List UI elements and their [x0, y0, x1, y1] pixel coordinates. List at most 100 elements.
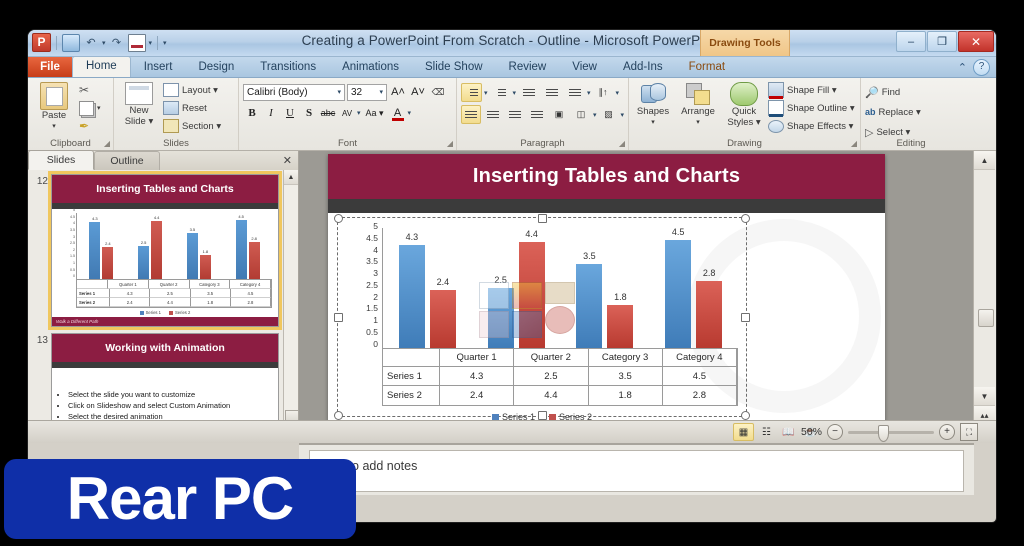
- section-button[interactable]: Section ▾: [163, 118, 221, 134]
- align-left-button[interactable]: [461, 105, 481, 124]
- reading-view-button[interactable]: 📖: [779, 424, 798, 440]
- chevron-down-icon[interactable]: ▾: [357, 109, 361, 117]
- paste-button[interactable]: Paste ▾: [32, 80, 76, 132]
- chevron-down-icon[interactable]: ▾: [408, 109, 412, 117]
- scroll-up-button[interactable]: ▲: [284, 170, 298, 185]
- copy-button[interactable]: ▾: [79, 100, 101, 116]
- bullets-dropdown-icon[interactable]: ▾: [484, 89, 488, 97]
- change-case-button[interactable]: Aa ▾: [362, 104, 388, 122]
- numbering-dropdown-icon[interactable]: ▾: [513, 89, 517, 97]
- scroll-down-button[interactable]: ▼: [974, 387, 995, 406]
- tab-add-ins[interactable]: Add-Ins: [610, 58, 676, 77]
- bar-series2[interactable]: 2.8: [696, 268, 723, 348]
- minimize-ribbon-icon[interactable]: ⌃: [958, 61, 967, 74]
- justify-button[interactable]: [527, 105, 547, 124]
- italic-button[interactable]: I: [262, 104, 280, 122]
- bold-button[interactable]: B: [243, 104, 261, 122]
- font-color-button[interactable]: A: [389, 104, 407, 122]
- shape-effects-button[interactable]: Shape Effects ▾: [768, 118, 855, 134]
- tab-outline[interactable]: Outline: [94, 151, 160, 170]
- columns-button[interactable]: ◫: [571, 105, 591, 124]
- slide-thumbnail-12[interactable]: Inserting Tables and Charts 5 4.5 4 3.5 …: [48, 171, 282, 330]
- zoom-out-button[interactable]: −: [827, 424, 843, 440]
- find-button[interactable]: 🔎 Find: [865, 84, 957, 100]
- text-shadow-button[interactable]: S: [300, 104, 318, 122]
- shapes-button[interactable]: Shapes ▾: [633, 80, 673, 128]
- font-size-select[interactable]: 32 ▾: [347, 83, 387, 101]
- align-text-button[interactable]: ▣: [549, 105, 569, 124]
- close-button[interactable]: ✕: [958, 31, 994, 52]
- convert-to-smartart-button[interactable]: ▧: [599, 105, 619, 124]
- columns-dropdown-icon[interactable]: ▾: [593, 111, 597, 119]
- new-slide-button[interactable]: New Slide ▾: [118, 80, 160, 127]
- scroll-up-button[interactable]: ▲: [974, 151, 995, 170]
- font-dialog-launcher[interactable]: ◢: [447, 139, 453, 148]
- tab-slides[interactable]: Slides: [28, 150, 94, 170]
- underline-button[interactable]: U: [281, 104, 299, 122]
- increase-indent-button[interactable]: [541, 83, 562, 102]
- zoom-slider-handle[interactable]: [878, 424, 889, 442]
- insert-table-icon[interactable]: [479, 282, 509, 338]
- tab-slide-show[interactable]: Slide Show: [412, 58, 496, 77]
- tab-review[interactable]: Review: [496, 58, 560, 77]
- slide-sorter-button[interactable]: ☷: [757, 424, 776, 440]
- numbering-button[interactable]: [490, 83, 511, 102]
- layout-button[interactable]: Layout ▾: [163, 82, 221, 98]
- scroll-thumb[interactable]: [978, 309, 994, 327]
- arrange-button[interactable]: Arrange ▾: [676, 80, 720, 128]
- format-painter-button[interactable]: ✒: [79, 118, 101, 134]
- font-family-select[interactable]: Calibri (Body) ▾: [243, 83, 345, 101]
- minimize-button[interactable]: –: [896, 31, 926, 52]
- text-direction-dropdown-icon[interactable]: ▾: [616, 89, 620, 97]
- reset-button[interactable]: Reset: [163, 100, 221, 116]
- text-direction-button[interactable]: ∥↑: [593, 83, 614, 102]
- help-icon[interactable]: ?: [973, 59, 990, 76]
- tab-design[interactable]: Design: [185, 58, 247, 77]
- slide-scrollbar[interactable]: ▲ ▼ ▴▴ ▾▾: [973, 151, 996, 443]
- bar-series2[interactable]: 2.4: [429, 277, 456, 348]
- drawing-dialog-launcher[interactable]: ◢: [851, 139, 857, 148]
- smartart-dropdown-icon[interactable]: ▾: [621, 111, 625, 119]
- slides-panel-scrollbar[interactable]: ▲: [283, 170, 299, 443]
- bar-series1[interactable]: 4.3: [398, 232, 425, 348]
- decrease-font-size-button[interactable]: A˅: [409, 83, 427, 101]
- list-item[interactable]: 12 Inserting Tables and Charts 5 4.5 4 3…: [30, 171, 284, 330]
- tab-animations[interactable]: Animations: [329, 58, 412, 77]
- clipboard-dialog-launcher[interactable]: ◢: [104, 139, 110, 148]
- paragraph-dialog-launcher[interactable]: ◢: [619, 139, 625, 148]
- slide-title-bar[interactable]: Inserting Tables and Charts: [328, 154, 885, 199]
- shape-fill-button[interactable]: Shape Fill ▾: [768, 82, 855, 99]
- bar-series1[interactable]: 4.5: [665, 227, 692, 348]
- notes-input[interactable]: Click to add notes: [309, 450, 964, 492]
- tab-file[interactable]: File: [28, 57, 72, 77]
- line-spacing-button[interactable]: [564, 83, 585, 102]
- tab-insert[interactable]: Insert: [131, 58, 186, 77]
- line-spacing-dropdown-icon[interactable]: ▾: [587, 89, 591, 97]
- clear-formatting-icon[interactable]: ⌫: [429, 83, 447, 101]
- current-slide[interactable]: Inserting Tables and Charts 5 4.5 4 3.5 …: [328, 154, 885, 435]
- restore-button[interactable]: ❐: [927, 31, 957, 52]
- tab-format[interactable]: Format: [676, 58, 738, 77]
- tab-transitions[interactable]: Transitions: [247, 58, 329, 77]
- align-center-button[interactable]: [483, 105, 503, 124]
- align-right-button[interactable]: [505, 105, 525, 124]
- increase-font-size-button[interactable]: A˄: [389, 83, 407, 101]
- zoom-in-button[interactable]: +: [939, 424, 955, 440]
- chart-object[interactable]: 5 4.5 4 3.5 3 2.5 2 1.5 1 0.5 0 4.3 2.4 …: [334, 214, 750, 422]
- close-panel-icon[interactable]: ✕: [283, 154, 292, 167]
- bar-series2[interactable]: 1.8: [607, 292, 634, 348]
- decrease-indent-button[interactable]: [518, 83, 539, 102]
- normal-view-button[interactable]: ▦: [733, 423, 754, 441]
- zoom-level-label[interactable]: 50%: [801, 426, 822, 438]
- bullets-button[interactable]: [461, 83, 482, 102]
- replace-button[interactable]: ab Replace ▾: [865, 104, 957, 120]
- shape-outline-button[interactable]: Shape Outline ▾: [768, 100, 855, 117]
- quick-styles-button[interactable]: Quick Styles ▾: [723, 80, 765, 128]
- insert-object-placeholder-icons[interactable]: [479, 282, 609, 344]
- fit-to-window-button[interactable]: ⛶: [960, 423, 978, 441]
- insert-media-icon[interactable]: [545, 282, 575, 338]
- character-spacing-button[interactable]: AV: [338, 104, 356, 122]
- zoom-slider[interactable]: [848, 424, 934, 442]
- cut-button[interactable]: ✂: [79, 82, 101, 98]
- tab-home[interactable]: Home: [72, 56, 131, 77]
